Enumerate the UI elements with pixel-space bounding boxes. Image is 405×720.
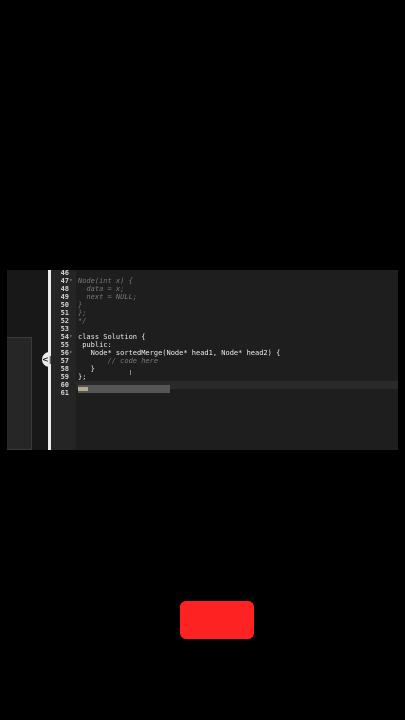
line-number: 47: [60, 277, 69, 285]
code-text: data = x;: [78, 285, 125, 293]
code-line[interactable]: 50}: [61, 301, 398, 309]
fold-arrow-icon[interactable]: ▾: [69, 277, 75, 285]
code-line[interactable]: 49 next = NULL;: [61, 293, 398, 301]
fold-arrow-icon[interactable]: ▾: [69, 333, 75, 341]
code-line[interactable]: 58 }: [61, 365, 398, 373]
line-number: 54: [60, 333, 69, 341]
code-line[interactable]: 46: [61, 270, 398, 277]
code-line[interactable]: 55 public:: [61, 341, 398, 349]
code-text: }: [78, 365, 95, 373]
line-number: 57: [60, 357, 69, 365]
line-number: 61: [60, 389, 69, 397]
code-text: next = NULL;: [78, 293, 138, 301]
text-caret: [130, 370, 131, 375]
code-line[interactable]: 52 */: [61, 317, 398, 325]
line-number: 56: [60, 349, 69, 357]
code-text: */: [78, 317, 87, 325]
code-line[interactable]: 48 data = x;: [61, 285, 398, 293]
line-number: 49: [60, 293, 69, 301]
code-line[interactable]: 59};: [61, 373, 398, 381]
line-number: 60: [60, 381, 69, 389]
line-number: 59: [60, 373, 69, 381]
code-area[interactable]: 61 60 59}; 58 } 57 // code here 56 ▾ Node* sor…: [61, 270, 398, 450]
code-line[interactable]: 56 ▾ Node* sortedMerge(Node* head1, Node*…: [61, 349, 398, 357]
line-number: 51: [60, 309, 69, 317]
code-text: public:: [78, 341, 112, 349]
left-panel-card[interactable]: [7, 337, 32, 450]
code-text: }: [78, 301, 83, 309]
cursor: [78, 387, 88, 391]
code-text: Node(int x) {: [78, 277, 133, 285]
fold-arrow-icon[interactable]: ▾: [69, 349, 75, 357]
code-line[interactable]: 51};: [61, 309, 398, 317]
code-text: Node* sortedMerge(Node* head1, Node* hea…: [78, 349, 281, 357]
line-number: 52: [60, 317, 69, 325]
line-number: 53: [60, 325, 69, 333]
code-text: };: [78, 373, 87, 381]
code-text: class Solution {: [78, 333, 146, 341]
code-text: };: [78, 309, 87, 317]
code-line[interactable]: 53: [61, 325, 398, 333]
record-button[interactable]: [180, 601, 254, 639]
line-number: 55: [60, 341, 69, 349]
code-text: // code here: [78, 357, 159, 365]
text-selection: [78, 385, 170, 393]
code-editor[interactable]: <|> 616059};58 }57 // code here56▾ Node*…: [7, 270, 398, 450]
code-line[interactable]: 47 ▾ Node(int x) {: [61, 277, 398, 285]
line-number: 50: [60, 301, 69, 309]
code-line[interactable]: 54 ▾ class Solution {: [61, 333, 398, 341]
code-line[interactable]: 57 // code here: [61, 357, 398, 365]
line-number: 58: [60, 365, 69, 373]
line-number: 48: [60, 285, 69, 293]
line-number: 46: [60, 270, 69, 277]
